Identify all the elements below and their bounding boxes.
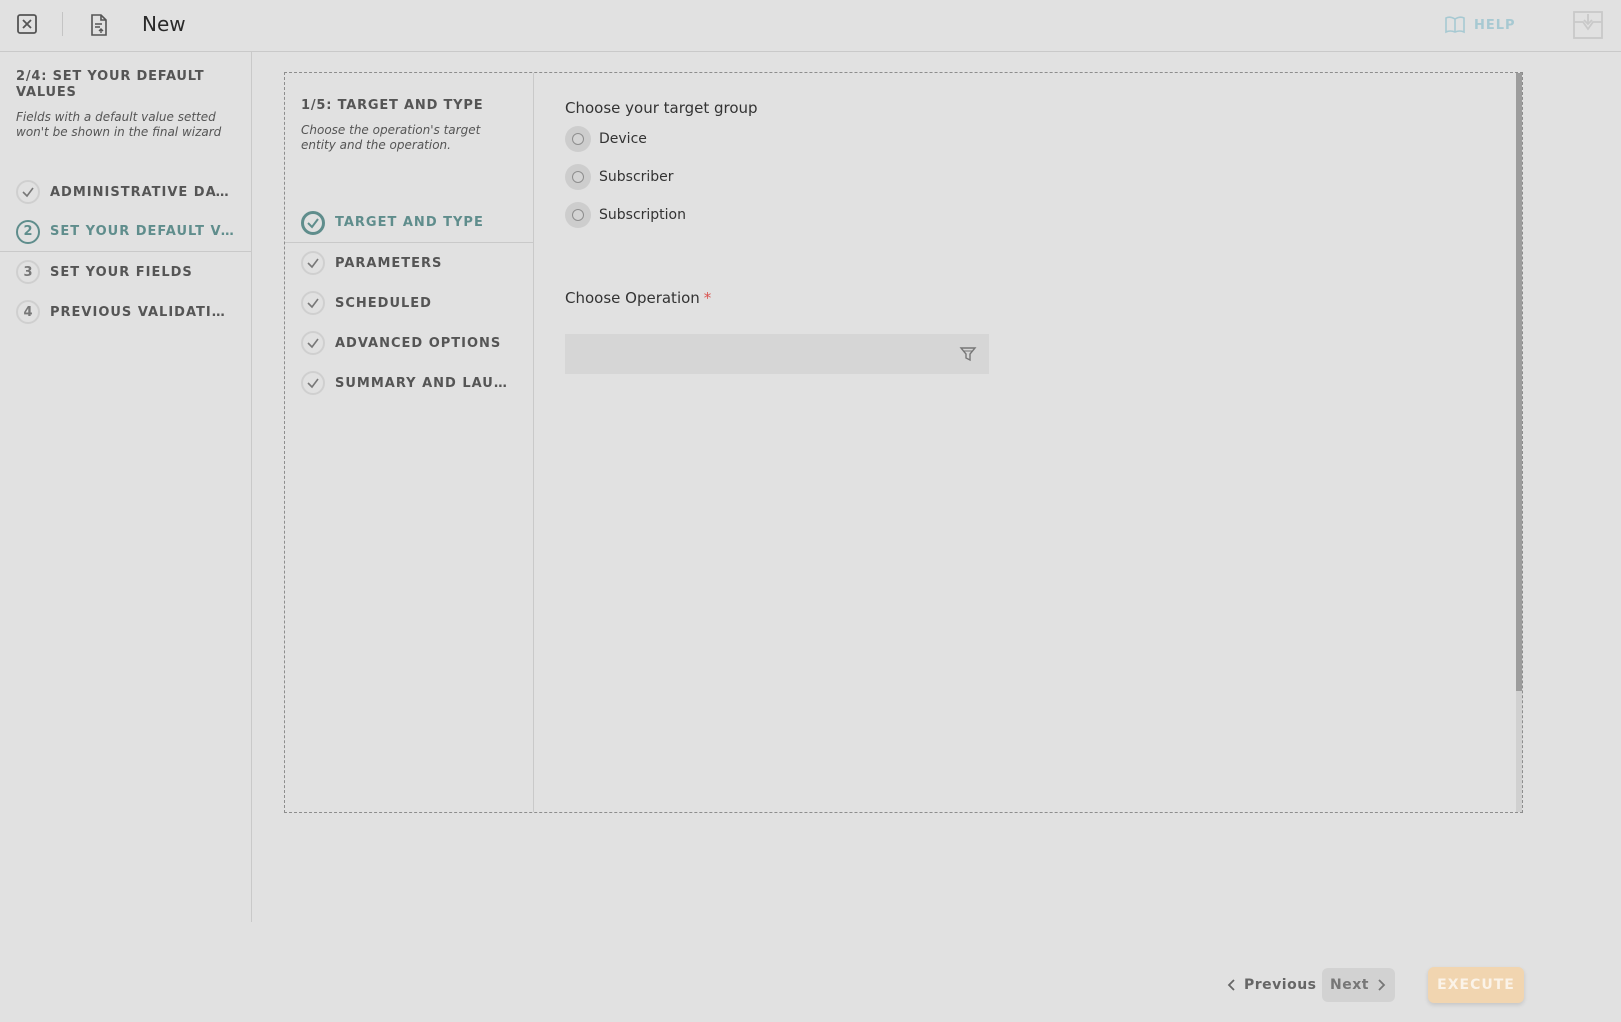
sidebar-step-fields[interactable]: 3 SET YOUR FIELDS bbox=[0, 252, 252, 292]
radio-device[interactable]: Device bbox=[565, 126, 647, 152]
target-group-label: Choose your target group bbox=[565, 99, 758, 117]
toolbar-divider bbox=[62, 12, 63, 36]
document-icon bbox=[88, 13, 110, 37]
wizard-step-label: SCHEDULED bbox=[335, 295, 432, 311]
step-number: 4 bbox=[16, 300, 40, 324]
operation-select[interactable] bbox=[565, 334, 989, 374]
sidebar-step-label: SET YOUR FIELDS bbox=[50, 264, 193, 280]
radio-subscriber[interactable]: Subscriber bbox=[565, 164, 674, 190]
wizard-panel: 1/5: TARGET AND TYPE Choose the operatio… bbox=[284, 72, 1523, 813]
help-button[interactable]: HELP bbox=[1444, 13, 1516, 37]
next-button[interactable]: Next bbox=[1322, 968, 1395, 1002]
required-mark: * bbox=[703, 289, 712, 307]
operation-label: Choose Operation * bbox=[565, 289, 711, 307]
wizard-step-parameters[interactable]: PARAMETERS bbox=[285, 243, 534, 283]
radio-dot bbox=[572, 133, 584, 145]
radio-button[interactable] bbox=[565, 202, 591, 228]
check-icon bbox=[301, 291, 325, 315]
chevron-right-icon bbox=[1378, 979, 1386, 991]
radio-button[interactable] bbox=[565, 164, 591, 190]
previous-label: Previous bbox=[1244, 977, 1317, 993]
wizard-step-summary-and-launch[interactable]: SUMMARY AND LAUNCH bbox=[285, 363, 534, 403]
sidebar-step-administrative-data[interactable]: ADMINISTRATIVE DATA bbox=[0, 172, 252, 212]
sidebar-step-default-values[interactable]: 2 SET YOUR DEFAULT VALUES bbox=[0, 212, 252, 252]
scrollbar-thumb[interactable] bbox=[1516, 73, 1522, 691]
sidebar-step-label: SET YOUR DEFAULT VALUES bbox=[50, 224, 235, 239]
radio-subscription[interactable]: Subscription bbox=[565, 202, 686, 228]
help-label: HELP bbox=[1474, 17, 1516, 33]
check-icon bbox=[301, 210, 325, 235]
wizard-step-label: SUMMARY AND LAUNCH bbox=[335, 375, 510, 391]
wizard-content: Choose your target group Device Subscrib… bbox=[565, 73, 1505, 812]
close-button[interactable] bbox=[16, 13, 38, 35]
check-icon bbox=[16, 180, 40, 204]
wizard-step-advanced-options[interactable]: ADVANCED OPTIONS bbox=[285, 323, 534, 363]
radio-label: Subscription bbox=[599, 207, 686, 223]
wizard-step-label: PARAMETERS bbox=[335, 255, 443, 271]
radio-label: Device bbox=[599, 131, 647, 147]
sidebar-step-label: ADMINISTRATIVE DATA bbox=[50, 184, 235, 200]
sidebar-step-previous-validations[interactable]: 4 PREVIOUS VALIDATIONS bbox=[0, 292, 252, 332]
next-label: Next bbox=[1330, 977, 1369, 993]
wizard-step-scheduled[interactable]: SCHEDULED bbox=[285, 283, 534, 323]
radio-label: Subscriber bbox=[599, 169, 674, 185]
check-icon bbox=[301, 331, 325, 355]
wizard-step-label: ADVANCED OPTIONS bbox=[335, 335, 502, 351]
wizard-step-label: TARGET AND TYPE bbox=[335, 215, 484, 230]
sidebar-step-label: PREVIOUS VALIDATIONS bbox=[50, 304, 235, 320]
sidebar-steps: ADMINISTRATIVE DATA 2 SET YOUR DEFAULT V… bbox=[0, 172, 252, 332]
inbox-icon[interactable] bbox=[1572, 10, 1604, 40]
check-icon bbox=[301, 251, 325, 275]
wizard-step-target-and-type[interactable]: TARGET AND TYPE bbox=[285, 203, 534, 243]
sidebar-heading: 2/4: SET YOUR DEFAULT VALUES bbox=[16, 69, 205, 100]
chevron-left-icon bbox=[1227, 979, 1235, 991]
wizard-step-list: TARGET AND TYPE PARAMETERS SCHEDULED ADV… bbox=[285, 203, 534, 403]
wizard-heading: 1/5: TARGET AND TYPE bbox=[301, 98, 484, 113]
radio-button[interactable] bbox=[565, 126, 591, 152]
wizard-description: Choose the operation's target entity and… bbox=[301, 123, 481, 152]
wizard-steps-column: 1/5: TARGET AND TYPE Choose the operatio… bbox=[285, 73, 534, 812]
check-icon bbox=[301, 371, 325, 395]
execute-button[interactable]: EXECUTE bbox=[1428, 967, 1524, 1003]
sidebar: 2/4: SET YOUR DEFAULT VALUES Fields with… bbox=[0, 52, 252, 922]
radio-dot bbox=[572, 209, 584, 221]
page-title: New bbox=[142, 12, 186, 36]
scrollbar[interactable] bbox=[1516, 73, 1522, 812]
sidebar-description: Fields with a default value setted won't… bbox=[16, 110, 222, 139]
step-number: 2 bbox=[16, 219, 40, 244]
top-bar: New HELP bbox=[0, 0, 1621, 52]
close-icon bbox=[17, 14, 37, 34]
filter-icon[interactable] bbox=[959, 345, 977, 363]
radio-dot bbox=[572, 171, 584, 183]
previous-button[interactable]: Previous bbox=[1222, 968, 1321, 1002]
operation-label-text: Choose Operation bbox=[565, 289, 700, 307]
book-icon bbox=[1445, 16, 1465, 34]
step-number: 3 bbox=[16, 260, 40, 284]
